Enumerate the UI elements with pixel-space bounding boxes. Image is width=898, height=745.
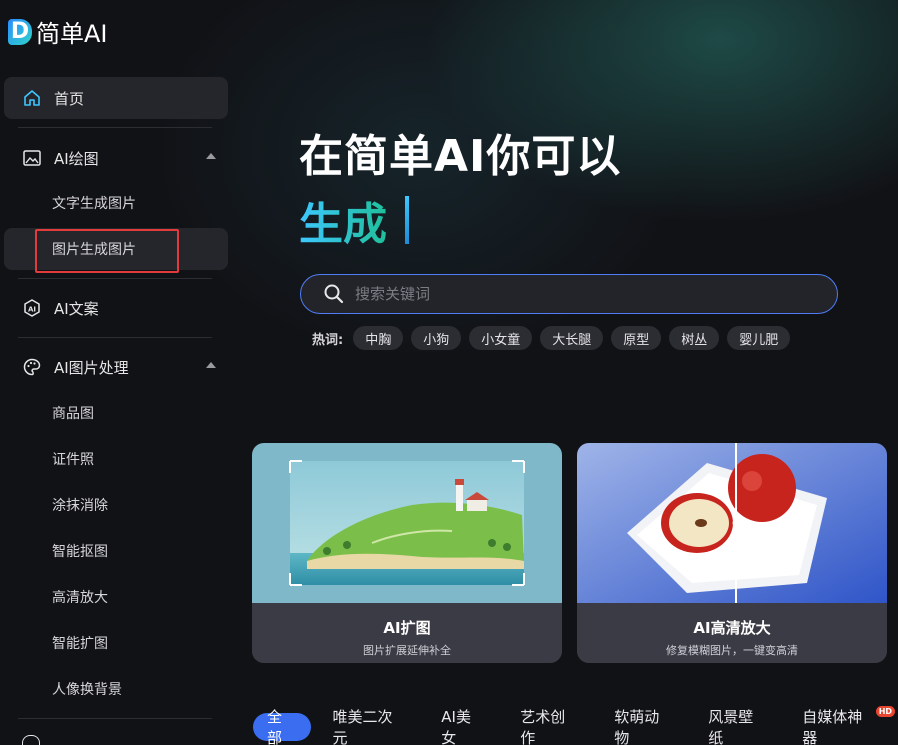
feature-card-ai-expand[interactable]: AI扩图 图片扩展延伸补全: [252, 443, 562, 663]
card-description: 修复模糊图片，一键变高清: [666, 644, 798, 657]
sidebar-item-label: 人像换背景: [52, 682, 122, 698]
svg-text:AI: AI: [28, 306, 36, 314]
tab-art[interactable]: 艺术创作: [507, 708, 592, 745]
lighthouse-island-image: [252, 443, 562, 603]
caret-up-icon: [206, 153, 216, 159]
sidebar-item-erase[interactable]: 涂抹消除: [4, 484, 228, 526]
hot-tag[interactable]: 原型: [611, 326, 662, 350]
card-title: AI高清放大: [693, 619, 771, 637]
search-bar[interactable]: [300, 274, 838, 314]
sidebar-item-label: AI文案: [54, 299, 99, 318]
sidebar-item-label: 智能抠图: [52, 544, 108, 560]
hot-words-label: 热词:: [312, 332, 344, 348]
card-title: AI扩图: [383, 619, 431, 637]
divider: [18, 337, 212, 338]
hot-words: 热词: 中胸 小狗 小女童 大长腿 原型 树丛 婴儿肥: [312, 326, 791, 350]
sidebar-item-expand[interactable]: 智能扩图: [4, 622, 228, 664]
sidebar-item-label: AI图片处理: [54, 358, 129, 377]
sidebar-item-ai-drawing[interactable]: AI绘图: [4, 137, 228, 179]
sidebar-item-label: 智能扩图: [52, 636, 108, 652]
divider: [18, 718, 212, 719]
hero-subtitle: 生成: [299, 188, 387, 252]
tab-media-tools[interactable]: 自媒体神器 HD: [789, 706, 896, 745]
caret-up-icon: [206, 362, 216, 368]
sidebar-item-label: 文字生成图片: [52, 196, 136, 212]
home-icon: [22, 88, 42, 108]
ai-badge-icon: AI: [22, 298, 42, 318]
image-icon: [22, 148, 42, 168]
typing-cursor: [405, 196, 409, 244]
sidebar-item-ai-copywriting[interactable]: AI AI文案: [4, 287, 228, 329]
search-icon: [323, 283, 345, 305]
divider: [18, 127, 212, 128]
sidebar-item-label: 商品图: [52, 406, 94, 422]
sidebar-item-home[interactable]: 首页: [4, 77, 228, 119]
palette-icon: [22, 357, 42, 377]
hot-tag[interactable]: 小狗: [411, 326, 462, 350]
apple-plate-image: [577, 443, 887, 603]
tab-all[interactable]: 全部: [253, 708, 311, 745]
hot-tag[interactable]: 小女童: [469, 326, 533, 350]
sidebar-item-label: 涂抹消除: [52, 498, 108, 514]
hot-tag[interactable]: 树丛: [669, 326, 720, 350]
divider: [18, 278, 212, 279]
hot-tag[interactable]: 婴儿肥: [727, 326, 791, 350]
sidebar-item-label: 首页: [54, 89, 85, 108]
sidebar-item-text-to-image[interactable]: 文字生成图片: [4, 182, 228, 224]
tab-wallpaper[interactable]: 风景壁纸: [695, 708, 780, 745]
sidebar-item-label: AI绘图: [54, 149, 99, 168]
sidebar-item-ai-image-processing[interactable]: AI图片处理: [4, 346, 228, 388]
tab-ai-beauty[interactable]: AI美女: [428, 708, 498, 745]
card-caption: AI高清放大 修复模糊图片，一键变高清: [577, 603, 887, 663]
card-caption: AI扩图 图片扩展延伸补全: [252, 603, 562, 663]
tab-label: 自媒体神器: [802, 708, 863, 745]
sidebar-item-portrait-background[interactable]: 人像换背景: [4, 668, 228, 710]
app-logo[interactable]: D 简单AI: [8, 14, 108, 49]
hot-tag[interactable]: 中胸: [353, 326, 404, 350]
search-input[interactable]: [355, 285, 795, 303]
sidebar-item-label: 高清放大: [52, 590, 108, 606]
tab-animals[interactable]: 软萌动物: [601, 708, 686, 745]
card-description: 图片扩展延伸补全: [363, 644, 451, 657]
hero-title: 在简单AI你可以: [299, 131, 622, 182]
app-title: 简单AI: [36, 20, 108, 48]
category-tabs: 全部 唯美二次元 AI美女 艺术创作 软萌动物 风景壁纸 自媒体神器 HD: [253, 706, 898, 745]
sidebar-item-upscale[interactable]: 高清放大: [4, 576, 228, 618]
sidebar-item-product-image[interactable]: 商品图: [4, 392, 228, 434]
highlight-box: [35, 229, 179, 273]
hot-tag[interactable]: 大长腿: [540, 326, 604, 350]
sidebar-item-id-photo[interactable]: 证件照: [4, 438, 228, 480]
tab-anime[interactable]: 唯美二次元: [320, 708, 420, 745]
sidebar-item-cutout[interactable]: 智能抠图: [4, 530, 228, 572]
sidebar-item-label: 证件照: [52, 452, 94, 468]
hd-badge: HD: [875, 706, 896, 717]
logo-mark: D: [8, 18, 32, 45]
partial-icon: [22, 735, 40, 745]
feature-card-ai-upscale[interactable]: AI高清放大 修复模糊图片，一键变高清: [577, 443, 887, 663]
